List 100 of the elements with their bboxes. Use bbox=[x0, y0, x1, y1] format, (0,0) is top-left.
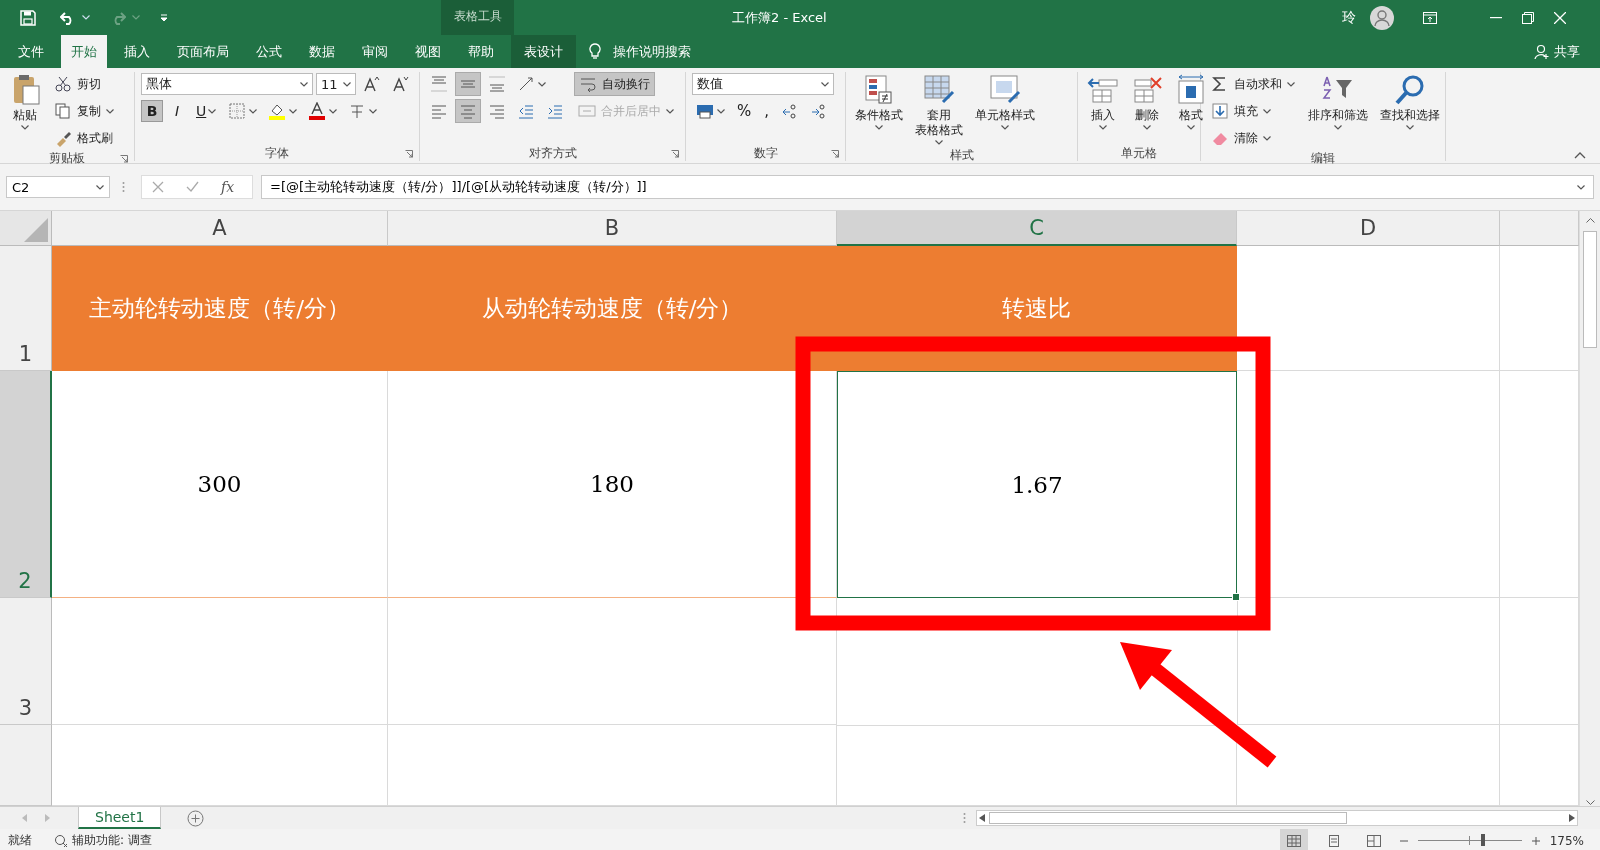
ribbon-button[interactable]: 插入 bbox=[1084, 72, 1122, 132]
ribbon-button[interactable]: 排序和筛选 bbox=[1305, 72, 1371, 132]
zoom-slider-thumb[interactable] bbox=[1481, 834, 1486, 846]
view-button[interactable] bbox=[1279, 829, 1308, 850]
ribbon-button[interactable]: 条件格式 bbox=[852, 72, 906, 132]
enter-icon[interactable] bbox=[186, 181, 199, 193]
ribbon-tab[interactable]: 插入 bbox=[114, 35, 160, 68]
ribbon-button[interactable]: 查找和选择 bbox=[1377, 72, 1443, 132]
ribbon-tab[interactable]: 帮助 bbox=[458, 35, 504, 68]
avatar-icon[interactable] bbox=[1370, 5, 1394, 30]
ribbon-tab[interactable]: 表设计 bbox=[511, 35, 576, 68]
name-box[interactable]: C2 bbox=[6, 176, 110, 198]
fill-handle[interactable] bbox=[1232, 593, 1240, 601]
dialog-launcher-icon[interactable] bbox=[405, 149, 413, 158]
close-icon[interactable] bbox=[1554, 11, 1566, 24]
share-button[interactable]: 共享 bbox=[1554, 42, 1580, 61]
column-header[interactable]: C bbox=[837, 211, 1237, 246]
zoom-level[interactable]: 175% bbox=[1549, 833, 1584, 848]
drag-handle-icon[interactable] bbox=[122, 181, 125, 193]
scrollbar-thumb[interactable] bbox=[1583, 231, 1597, 348]
row-header[interactable]: 1 bbox=[0, 246, 52, 371]
format-button[interactable]: % bbox=[732, 102, 757, 120]
column-header[interactable]: B bbox=[388, 211, 837, 246]
scroll-left-icon[interactable] bbox=[979, 814, 985, 822]
format-button[interactable]: , bbox=[759, 102, 775, 120]
ribbon-button[interactable]: 单元格样式 bbox=[972, 72, 1038, 132]
align-left-icon bbox=[430, 102, 448, 120]
ribbon-button[interactable]: 格式刷 bbox=[50, 127, 117, 149]
collapse-ribbon-icon[interactable] bbox=[1574, 152, 1586, 159]
context-label: 表格工具 bbox=[453, 8, 502, 25]
ribbon-tab[interactable]: 文件 bbox=[8, 35, 54, 68]
delete-cells-icon bbox=[1131, 74, 1163, 106]
grid-cell[interactable] bbox=[52, 598, 388, 725]
dialog-launcher-icon[interactable] bbox=[671, 149, 679, 158]
grid-cell[interactable] bbox=[1237, 371, 1500, 598]
restore-icon[interactable] bbox=[1522, 11, 1534, 24]
save-icon[interactable] bbox=[20, 9, 36, 26]
grid-cell[interactable] bbox=[1237, 246, 1500, 371]
add-sheet-icon[interactable] bbox=[187, 809, 205, 827]
ribbon-button[interactable]: 粘贴 bbox=[6, 72, 44, 132]
caret-icon bbox=[132, 15, 140, 20]
scroll-right-icon[interactable] bbox=[1569, 814, 1575, 822]
minimize-icon[interactable] bbox=[1490, 16, 1502, 19]
ribbon-button[interactable]: 自动求和 bbox=[1207, 73, 1299, 95]
scrollbar-thumb[interactable] bbox=[989, 812, 1347, 824]
window-title: 工作簿2 - Excel bbox=[732, 8, 827, 27]
ribbon-button[interactable]: 自动换行 bbox=[574, 72, 655, 96]
format-toggle[interactable]: B bbox=[141, 100, 163, 122]
ribbon-display-icon[interactable] bbox=[1423, 11, 1437, 24]
scroll-up-icon[interactable] bbox=[1585, 217, 1595, 223]
caret-icon bbox=[1577, 184, 1585, 190]
column-header[interactable]: D bbox=[1237, 211, 1500, 246]
row-header[interactable]: 3 bbox=[0, 598, 52, 725]
ribbon-button[interactable]: 套用 表格格式 bbox=[912, 72, 966, 147]
border-icon bbox=[228, 102, 247, 120]
format-toggle[interactable]: I bbox=[166, 100, 188, 122]
row-header[interactable]: 2 bbox=[0, 371, 52, 598]
dialog-launcher-icon[interactable] bbox=[120, 154, 128, 163]
dropdown-field[interactable]: 11 bbox=[316, 73, 356, 95]
ribbon-tab[interactable]: 公式 bbox=[246, 35, 292, 68]
person-plus-icon[interactable] bbox=[1534, 43, 1550, 60]
ribbon-tab[interactable]: 视图 bbox=[405, 35, 451, 68]
dropdown-field[interactable]: 黑体 bbox=[141, 73, 313, 95]
ribbon-tab[interactable]: 数据 bbox=[299, 35, 345, 68]
ribbon-button[interactable]: 格式 bbox=[1172, 72, 1210, 132]
dropdown-field[interactable]: 数值 bbox=[692, 73, 834, 95]
group-title: 编辑 bbox=[1311, 150, 1335, 167]
accessibility-status[interactable]: 辅助功能: 调查 bbox=[72, 832, 152, 849]
ribbon-button[interactable]: 清除 bbox=[1207, 127, 1275, 149]
currency-icon bbox=[696, 102, 714, 120]
format-toggle[interactable]: U bbox=[191, 100, 222, 122]
dialog-launcher-icon[interactable] bbox=[831, 149, 839, 158]
scroll-down-icon[interactable] bbox=[1585, 800, 1595, 806]
zoom-in-icon[interactable] bbox=[1531, 836, 1540, 845]
font-shrink-icon bbox=[392, 75, 410, 93]
ribbon-button[interactable]: 复制 bbox=[50, 100, 118, 122]
insert-function-button[interactable]: fx bbox=[221, 179, 235, 195]
grid-cell[interactable] bbox=[388, 598, 837, 725]
ribbon-button[interactable]: 删除 bbox=[1128, 72, 1166, 132]
align-center-icon bbox=[459, 102, 477, 120]
group-title: 对齐方式 bbox=[528, 145, 577, 162]
ribbon-tab[interactable]: 开始 bbox=[61, 35, 107, 68]
accessibility-icon[interactable] bbox=[54, 833, 68, 848]
cancel-icon[interactable] bbox=[152, 181, 164, 193]
ribbon-button[interactable]: 剪切 bbox=[50, 73, 105, 95]
sheet-tab[interactable]: Sheet1 bbox=[78, 807, 162, 829]
status-text: 就绪 bbox=[8, 832, 32, 849]
ribbon-button[interactable]: 填充 bbox=[1207, 100, 1275, 122]
format-cells-icon bbox=[1175, 74, 1207, 106]
drag-handle-icon[interactable] bbox=[963, 812, 966, 824]
normal-view-icon bbox=[1286, 834, 1301, 847]
fill-down-icon bbox=[1211, 102, 1229, 120]
tell-me-search[interactable]: 操作说明搜索 bbox=[613, 42, 691, 61]
wrap-text-icon bbox=[579, 75, 597, 93]
ribbon-tab[interactable]: 审阅 bbox=[352, 35, 398, 68]
formula-text: =[@[主动轮转动速度（转/分）]]/[@[从动轮转动速度（转/分）]] bbox=[270, 178, 647, 196]
ribbon-tab[interactable]: 页面布局 bbox=[167, 35, 239, 68]
column-header[interactable]: A bbox=[52, 211, 388, 246]
customize-icon[interactable] bbox=[160, 13, 168, 22]
grid-cell[interactable] bbox=[1237, 598, 1500, 725]
